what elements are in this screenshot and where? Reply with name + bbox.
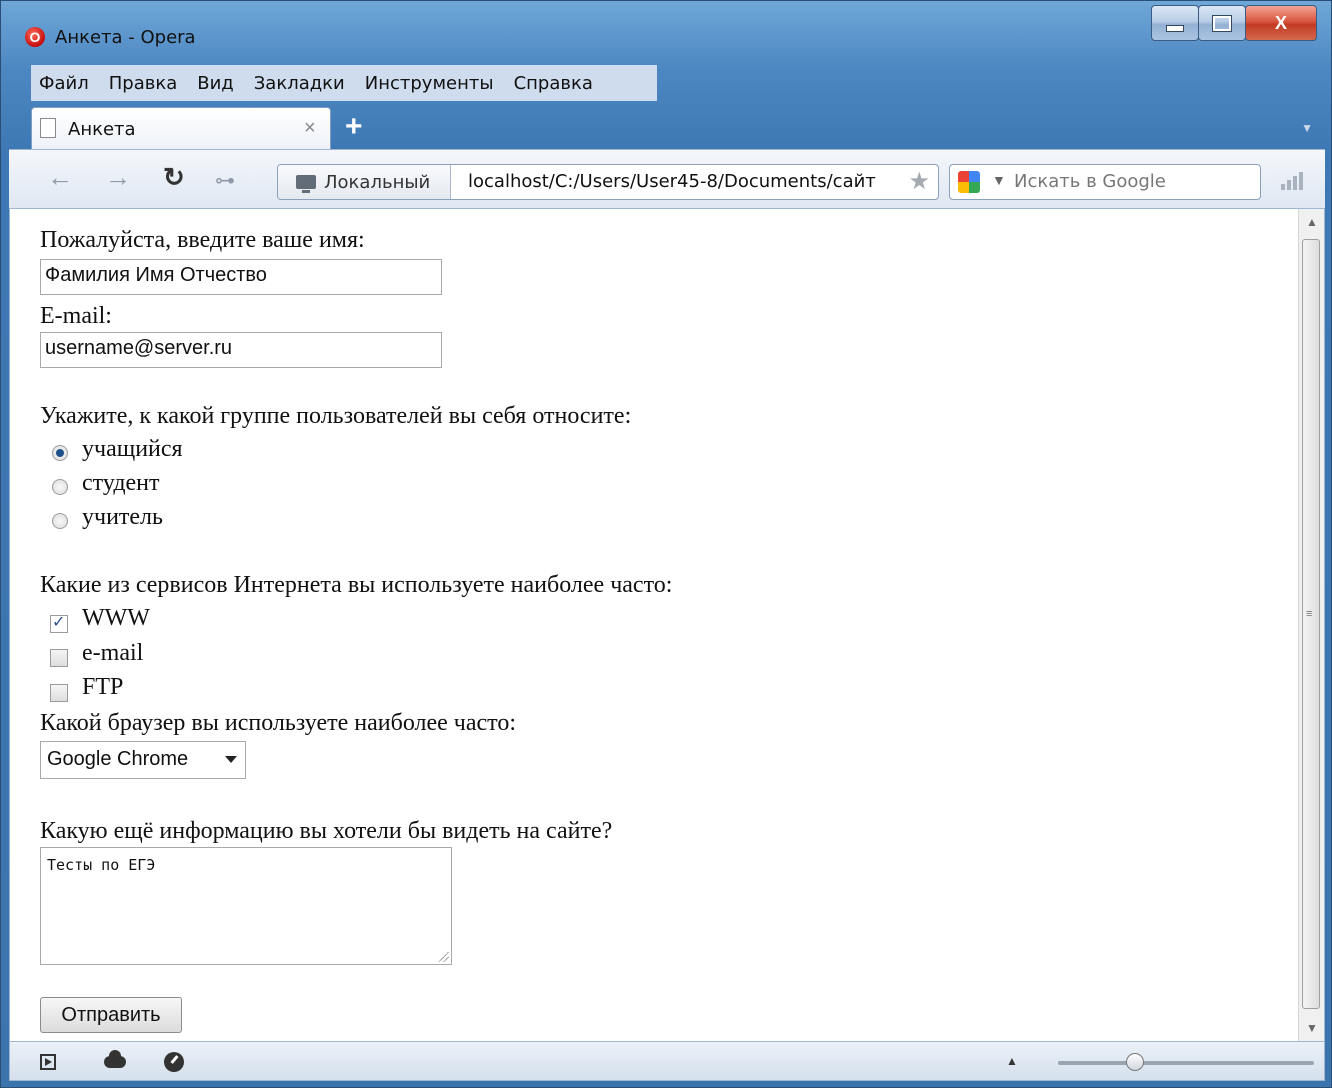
panel-toggle-icon[interactable] xyxy=(40,1054,56,1070)
email-label: E-mail: xyxy=(40,303,112,329)
document-icon xyxy=(40,118,56,138)
status-bar: ▲ xyxy=(9,1041,1325,1081)
services-label: Какие из сервисов Интернета вы используе… xyxy=(40,572,673,598)
radio-label: студент xyxy=(82,470,160,496)
resize-grip-icon[interactable] xyxy=(439,952,449,962)
email-field[interactable]: username@server.ru xyxy=(40,332,442,368)
checkbox-label: WWW xyxy=(82,605,150,631)
opera-icon: O xyxy=(25,27,45,47)
search-field[interactable]: ▼ Искать в Google xyxy=(949,164,1261,200)
browser-select-value: Google Chrome xyxy=(47,748,189,770)
menu-bookmarks[interactable]: Закладки xyxy=(254,73,345,94)
minimize-button[interactable] xyxy=(1151,5,1199,41)
submit-button[interactable]: Отправить xyxy=(40,997,182,1033)
search-placeholder[interactable]: Искать в Google xyxy=(1014,171,1166,192)
bookmark-star-icon[interactable]: ★ xyxy=(908,167,930,196)
site-badge-label: Локальный xyxy=(324,171,431,193)
key-icon[interactable]: ⊶ xyxy=(215,168,235,193)
checkbox-label: FTP xyxy=(82,674,124,700)
scroll-down-icon[interactable]: ▼ xyxy=(1299,1015,1324,1041)
reload-icon[interactable]: ↻ xyxy=(163,162,185,193)
grip-icon: ≡ xyxy=(1306,608,1313,620)
name-label: Пожалуйста, введите ваше имя: xyxy=(40,227,365,253)
info-textarea[interactable]: Тесты по ЕГЭ xyxy=(40,847,452,965)
radio-label: учитель xyxy=(82,504,163,530)
tab-menu-arrow-icon[interactable]: ▼ xyxy=(1301,121,1313,135)
radio-student-school[interactable] xyxy=(52,445,68,461)
group-label: Укажите, к какой группе пользователей вы… xyxy=(40,403,632,429)
info-label: Какую ещё информацию вы хотели бы видеть… xyxy=(40,818,613,844)
info-textarea-value: Тесты по ЕГЭ xyxy=(47,856,156,874)
zoom-slider-knob[interactable] xyxy=(1125,1053,1144,1071)
checkbox-ftp[interactable] xyxy=(50,684,68,702)
name-field[interactable]: Фамилия Имя Отчество xyxy=(40,259,442,295)
scroll-up-icon[interactable]: ▲ xyxy=(1299,209,1324,235)
turbo-speed-icon[interactable] xyxy=(164,1052,184,1072)
menu-file[interactable]: Файл xyxy=(39,73,89,94)
url-text[interactable]: localhost/C:/Users/User45-8/Documents/са… xyxy=(468,171,900,192)
checkbox-label: e-mail xyxy=(82,640,144,666)
zoom-menu-icon[interactable]: ▲ xyxy=(1006,1054,1018,1068)
maximize-icon xyxy=(1212,14,1232,32)
page-viewport: Пожалуйста, введите ваше имя: Фамилия Им… xyxy=(9,209,1325,1041)
minimize-icon xyxy=(1166,24,1184,32)
chevron-down-icon xyxy=(225,756,237,763)
site-info-badge[interactable]: Локальный xyxy=(278,165,451,199)
tab-label: Анкета xyxy=(68,119,136,140)
navigation-toolbar: ← → ↻ ⊶ Локальный localhost/C:/Users/Use… xyxy=(9,149,1325,209)
menu-edit[interactable]: Правка xyxy=(109,73,178,94)
window-title: Анкета - Opera xyxy=(55,27,196,48)
google-icon[interactable] xyxy=(958,171,980,193)
menu-tools[interactable]: Инструменты xyxy=(365,73,494,94)
new-tab-button[interactable]: + xyxy=(345,109,363,145)
tab-anketa[interactable]: Анкета × xyxy=(31,107,331,149)
search-engine-dropdown-icon[interactable]: ▼ xyxy=(992,172,1006,188)
title-bar: O Анкета - Opera X xyxy=(1,1,1331,63)
maximize-button[interactable] xyxy=(1198,5,1246,41)
browser-window: O Анкета - Opera X Файл Правка Вид Закла… xyxy=(0,0,1332,1088)
vertical-scrollbar[interactable]: ▲ ≡ ▼ xyxy=(1298,209,1324,1041)
browser-label: Какой браузер вы используете наиболее ча… xyxy=(40,710,516,736)
radio-label: учащийся xyxy=(82,436,183,462)
forward-icon[interactable]: → xyxy=(105,162,131,193)
menu-bar: Файл Правка Вид Закладки Инструменты Спр… xyxy=(31,65,657,101)
opera-unite-cloud-icon[interactable] xyxy=(104,1050,126,1068)
radio-teacher[interactable] xyxy=(52,513,68,529)
checkbox-email[interactable] xyxy=(50,649,68,667)
checkbox-www[interactable] xyxy=(50,612,68,633)
radio-student-university[interactable] xyxy=(52,479,68,495)
address-bar[interactable]: Локальный localhost/C:/Users/User45-8/Do… xyxy=(277,164,939,200)
zoom-slider[interactable] xyxy=(1058,1053,1314,1071)
menu-view[interactable]: Вид xyxy=(197,73,234,94)
close-window-button[interactable]: X xyxy=(1245,5,1317,41)
browser-select[interactable]: Google Chrome xyxy=(40,741,246,779)
back-icon[interactable]: ← xyxy=(47,162,73,193)
close-icon: X xyxy=(1274,12,1287,33)
tab-close-icon[interactable]: × xyxy=(304,117,316,140)
speed-dial-signal-icon[interactable] xyxy=(1281,172,1303,190)
menu-help[interactable]: Справка xyxy=(514,73,593,94)
monitor-icon xyxy=(296,175,316,193)
scroll-thumb[interactable]: ≡ xyxy=(1302,239,1320,1009)
window-controls: X xyxy=(1151,5,1317,43)
